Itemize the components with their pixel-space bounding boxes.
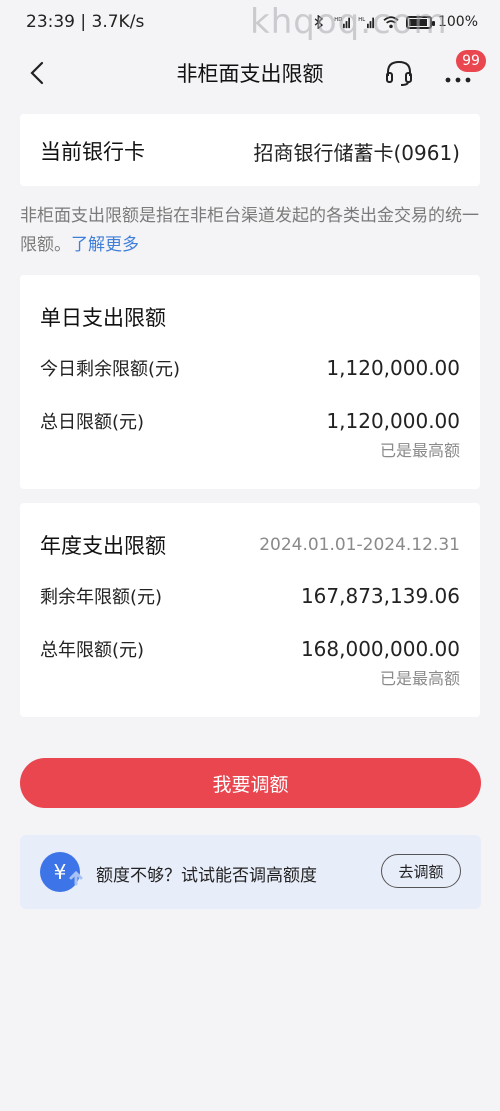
watermark: khqoq.com [250,2,448,42]
status-time-speed: 23:39 | 3.7K/s [26,12,145,32]
annual-period: 2024.01.01-2024.12.31 [259,535,460,555]
back-arrow-icon[interactable] [24,58,54,88]
daily-remaining-label: 今日剩余限额(元) [40,359,181,380]
annual-limit-title: 年度支出限额 [40,534,166,558]
annual-total-value: 168,000,000.00 [300,637,460,661]
headset-icon[interactable] [384,59,414,87]
current-card-value: 招商银行储蓄卡(0961) [253,140,460,165]
current-card-section[interactable]: 当前银行卡 招商银行储蓄卡(0961) [20,114,480,186]
limit-description: 非柜面支出限额是指在非柜台渠道发起的各类出金交易的统一限额。了解更多 [20,202,486,260]
annual-remaining-label: 剩余年限额(元) [40,587,163,608]
annual-max-note: 已是最高额 [379,669,460,688]
go-adjust-button[interactable]: 去调额 [381,854,461,888]
learn-more-link[interactable]: 了解更多 [71,235,139,255]
annual-limit-card: 年度支出限额 2024.01.01-2024.12.31 剩余年限额(元) 16… [20,503,480,717]
page-title: 非柜面支出限额 [176,62,324,86]
daily-max-note: 已是最高额 [379,441,460,460]
daily-total-value: 1,120,000.00 [326,409,460,433]
daily-limit-card: 单日支出限额 今日剩余限额(元) 1,120,000.00 总日限额(元) 1,… [20,275,480,489]
notification-badge: 99 [456,50,486,72]
current-card-label: 当前银行卡 [40,140,145,164]
arrow-up-icon [69,870,83,886]
nav-bar: 非柜面支出限额 [0,44,500,102]
promo-banner: ¥ 额度不够？试试能否调高额度 去调额 [20,835,481,909]
annual-total-label: 总年限额(元) [40,640,145,661]
daily-remaining-value: 1,120,000.00 [326,356,460,380]
promo-text: 额度不够？试试能否调高额度 [96,866,317,886]
daily-limit-title: 单日支出限额 [40,306,166,330]
annual-remaining-value: 167,873,139.06 [300,584,460,608]
daily-total-label: 总日限额(元) [40,412,145,433]
adjust-limit-button[interactable]: 我要调额 [20,758,481,808]
